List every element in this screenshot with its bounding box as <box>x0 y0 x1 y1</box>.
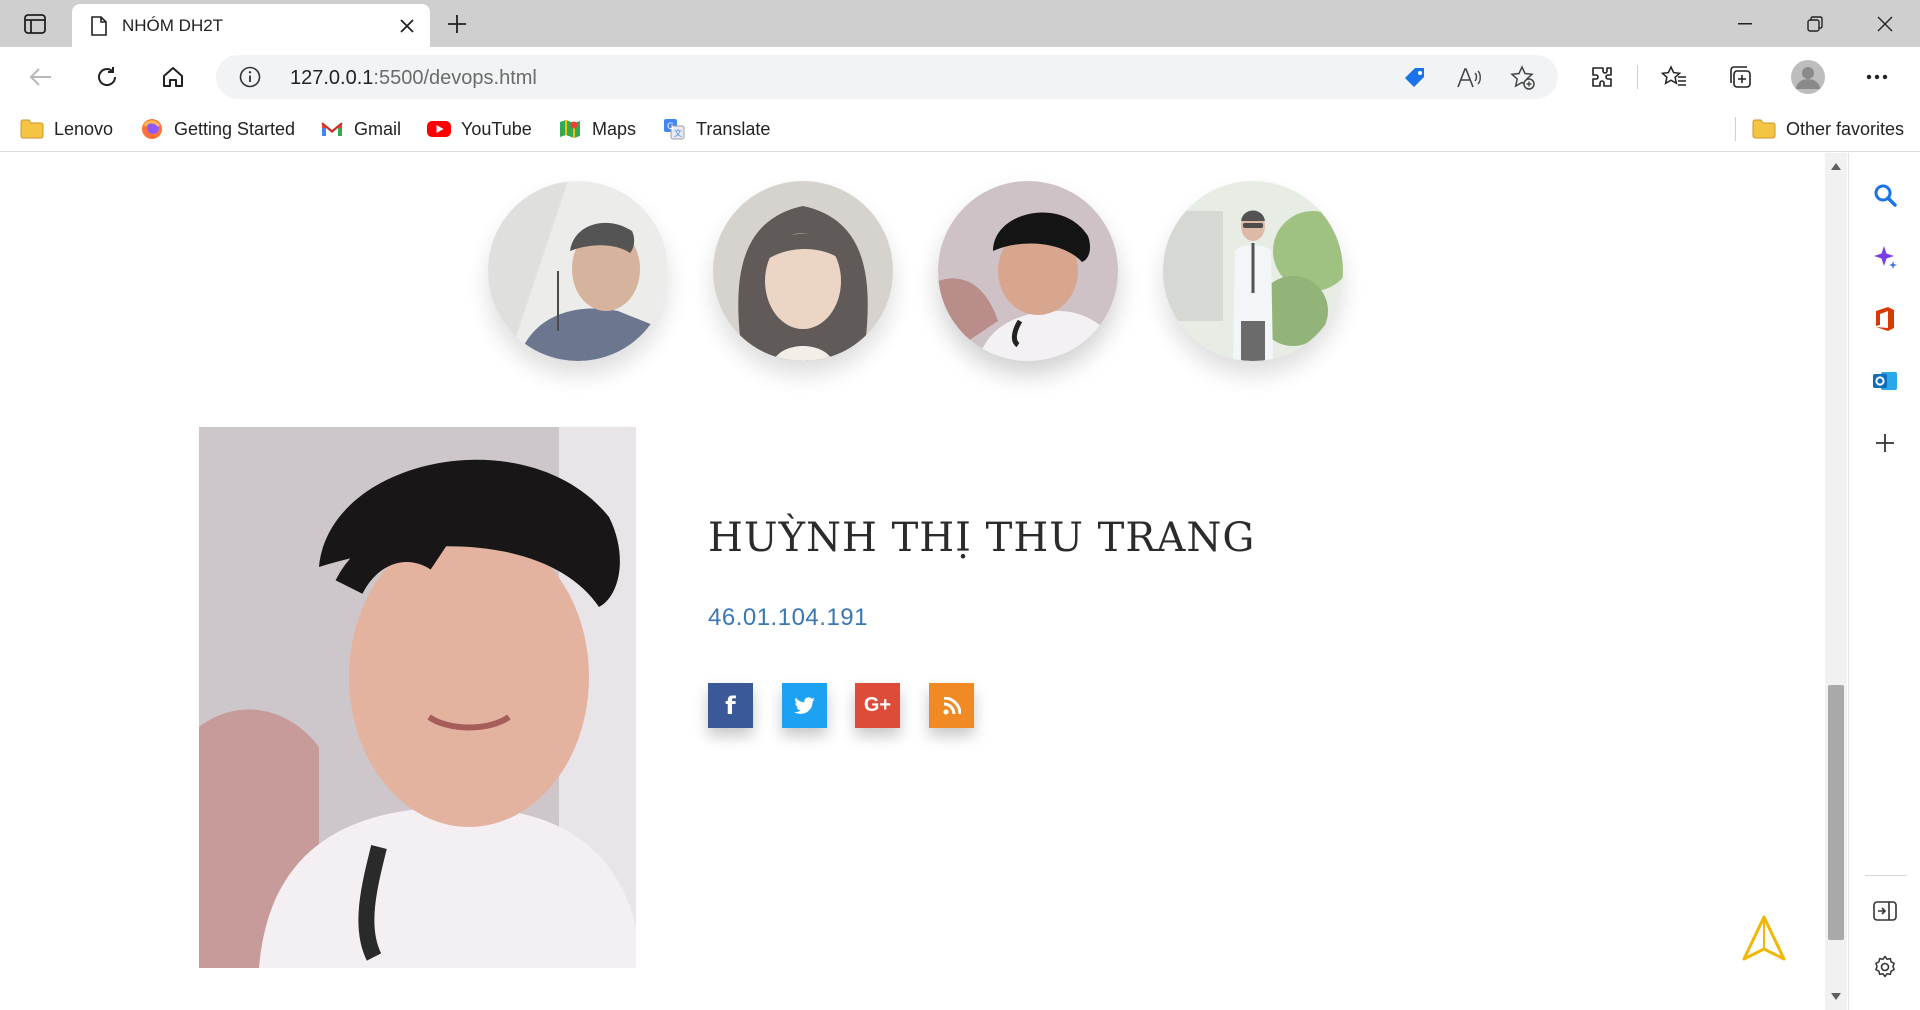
scroll-up-arrow[interactable] <box>1831 163 1841 170</box>
favorite-label: Translate <box>696 118 771 139</box>
tab-strip: NHÓM DH2T <box>0 0 1920 47</box>
profile-photo <box>199 427 636 968</box>
url-text: 127.0.0.1:5500/devops.html <box>290 67 537 90</box>
team-avatar-2[interactable] <box>713 181 893 361</box>
add-favorite-icon[interactable] <box>1510 65 1536 91</box>
team-avatar-4[interactable] <box>1163 181 1343 361</box>
sidebar-separator <box>1865 875 1907 876</box>
collections-icon[interactable] <box>1722 59 1758 95</box>
window-controls <box>1710 0 1920 47</box>
favorite-gmail[interactable]: Gmail <box>320 115 401 143</box>
page-icon <box>88 15 110 37</box>
new-tab-icon[interactable] <box>440 9 474 39</box>
refresh-icon[interactable] <box>89 59 125 95</box>
minimize-icon[interactable] <box>1710 0 1780 47</box>
edge-sidebar <box>1848 153 1920 1010</box>
favorite-maps[interactable]: Maps <box>558 115 636 143</box>
profile-avatar[interactable] <box>1790 59 1826 95</box>
firefox-icon <box>140 117 164 141</box>
favorite-label: Gmail <box>354 118 402 139</box>
youtube-icon <box>427 117 451 141</box>
team-avatar-3[interactable] <box>938 181 1118 361</box>
scroll-thumb[interactable] <box>1828 685 1844 940</box>
favorites-bar: Lenovo Getting Started Gmail YouTube Map… <box>0 107 1920 152</box>
add-sidebar-app-icon[interactable] <box>1867 425 1903 461</box>
read-aloud-icon[interactable] <box>1456 65 1482 91</box>
gmail-icon <box>320 117 344 141</box>
back-to-top-icon[interactable] <box>1738 913 1790 965</box>
favorite-label: Getting Started <box>174 118 296 139</box>
maps-icon <box>558 117 582 141</box>
favorite-label: Maps <box>592 118 637 139</box>
tab-title: NHÓM DH2T <box>122 15 224 35</box>
search-icon[interactable] <box>1867 177 1903 213</box>
folder-icon <box>20 117 44 141</box>
home-icon[interactable] <box>155 59 191 95</box>
folder-icon <box>1752 117 1776 141</box>
settings-gear-icon[interactable] <box>1867 949 1903 985</box>
favorite-translate[interactable]: G文 Translate <box>662 115 770 143</box>
close-window-icon[interactable] <box>1850 0 1920 47</box>
google-plus-icon: G+ <box>863 694 892 716</box>
favorite-getting-started[interactable]: Getting Started <box>140 115 295 143</box>
favorite-label: YouTube <box>461 118 532 139</box>
translate-icon: G文 <box>662 117 686 141</box>
url-host: 127.0.0.1 <box>290 67 374 89</box>
outlook-icon[interactable] <box>1867 363 1903 399</box>
favorite-lenovo[interactable]: Lenovo <box>20 115 113 143</box>
browser-tab[interactable]: NHÓM DH2T <box>72 4 430 47</box>
hide-sidebar-icon[interactable] <box>1867 893 1903 929</box>
svg-text:文: 文 <box>674 128 682 138</box>
more-menu-icon[interactable] <box>1859 59 1895 95</box>
student-id: 46.01.104.191 <box>708 604 868 631</box>
favorite-label: Lenovo <box>54 118 114 139</box>
google-plus-button[interactable]: G+ <box>855 683 900 728</box>
rss-button[interactable] <box>929 683 974 728</box>
coupon-tag-icon[interactable] <box>1402 65 1428 91</box>
facebook-button[interactable]: f <box>708 683 753 728</box>
scroll-down-arrow[interactable] <box>1831 993 1841 1000</box>
toolbar-divider <box>1637 65 1638 89</box>
favorites-separator <box>1735 117 1736 141</box>
rss-icon <box>943 696 961 714</box>
favorites-icon[interactable] <box>1656 59 1692 95</box>
member-name: HUỲNH THỊ THU TRANG <box>708 515 1256 561</box>
facebook-icon: f <box>725 691 736 720</box>
close-tab-icon[interactable] <box>396 15 418 37</box>
url-path: :5500/devops.html <box>373 67 537 89</box>
team-avatar-1[interactable] <box>488 181 668 361</box>
page-viewport: HUỲNH THỊ THU TRANG 46.01.104.191 f G+ <box>0 153 1847 1010</box>
restore-icon[interactable] <box>1780 0 1850 47</box>
twitter-icon <box>793 696 815 714</box>
other-favorites[interactable]: Other favorites <box>1752 115 1904 143</box>
page-scrollbar[interactable] <box>1825 153 1847 1010</box>
back-icon[interactable] <box>23 59 59 95</box>
twitter-button[interactable] <box>782 683 827 728</box>
other-favorites-label: Other favorites <box>1786 118 1905 139</box>
extensions-icon[interactable] <box>1584 59 1620 95</box>
browser-toolbar: 127.0.0.1:5500/devops.html <box>0 47 1920 107</box>
favorite-youtube[interactable]: YouTube <box>427 115 532 143</box>
copilot-icon[interactable] <box>1867 239 1903 275</box>
svg-text:G: G <box>667 122 674 132</box>
address-bar[interactable]: 127.0.0.1:5500/devops.html <box>216 55 1558 99</box>
site-info-icon[interactable] <box>238 65 262 89</box>
office-icon[interactable] <box>1867 301 1903 337</box>
tab-actions-icon[interactable] <box>18 9 52 39</box>
